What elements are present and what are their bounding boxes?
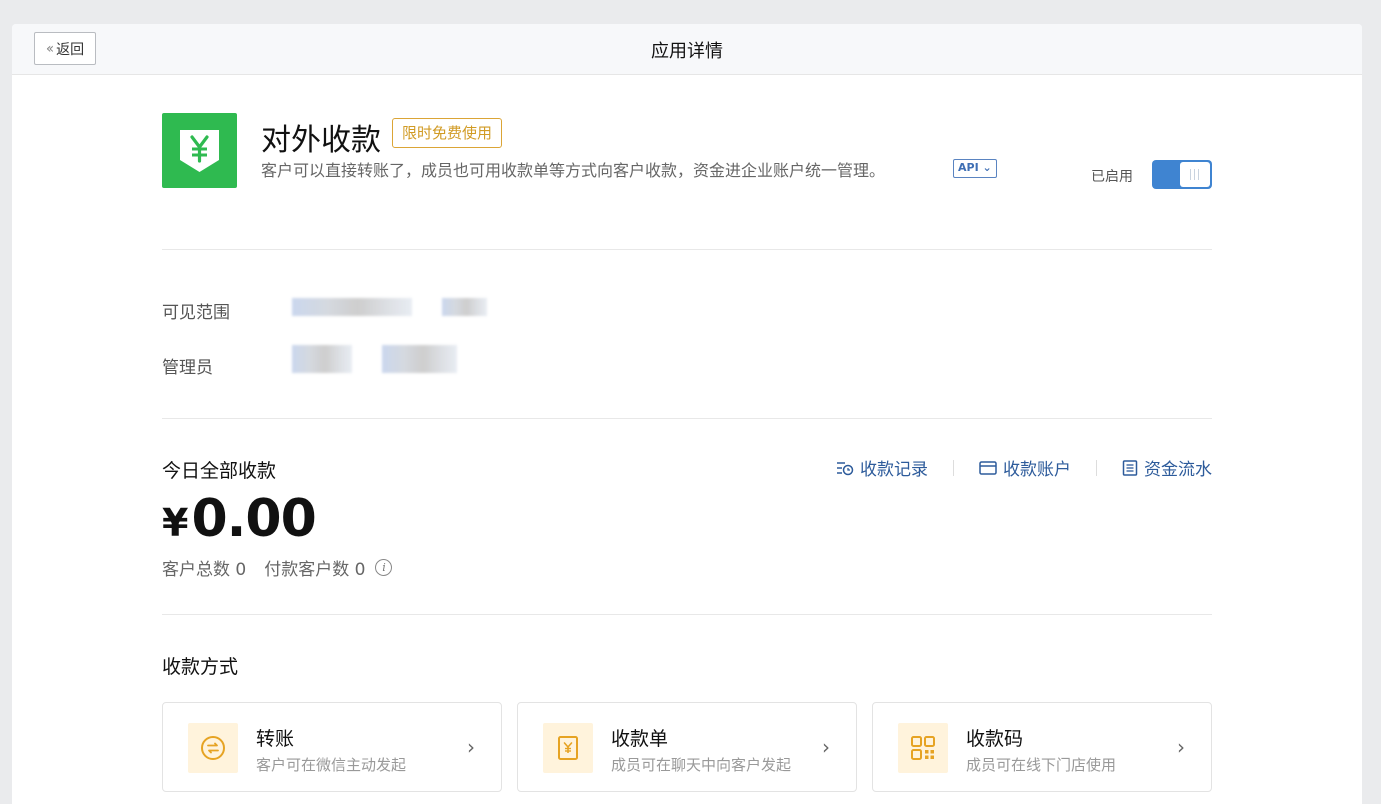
records-icon <box>837 461 854 475</box>
app-name: 对外收款 <box>261 123 381 158</box>
method-title: 转账 <box>256 728 295 750</box>
divider <box>162 418 1212 419</box>
visibility-label: 可见范围 <box>162 303 230 323</box>
method-title: 收款单 <box>611 728 669 750</box>
chevron-right-icon: › <box>467 735 475 759</box>
customer-stats: 客户总数 0 付款客户数 0 i <box>162 555 393 580</box>
method-subtitle: 客户可在微信主动发起 <box>256 756 407 774</box>
admin-label: 管理员 <box>162 358 213 378</box>
link-separator <box>953 459 954 476</box>
top-bar: ‹‹ 返回 应用详情 <box>12 24 1362 75</box>
fund-flow-label: 资金流水 <box>1144 460 1212 480</box>
qrcode-icon <box>911 736 935 760</box>
method-subtitle: 成员可在聊天中向客户发起 <box>611 756 792 774</box>
yen-shield-icon <box>180 130 219 172</box>
payment-records-link[interactable]: 收款记录 <box>836 455 928 480</box>
payment-account-label: 收款账户 <box>1003 460 1071 480</box>
app-description: 客户可以直接转账了，成员也可用收款单等方式向客户收款，资金进企业账户统一管理。 <box>261 161 886 180</box>
currency-symbol: ¥ <box>162 501 188 545</box>
paying-customers: 付款客户数 0 <box>264 560 366 580</box>
enabled-status-label: 已启用 <box>1091 169 1133 185</box>
method-subtitle: 成员可在线下门店使用 <box>966 756 1117 774</box>
amount-value: 0.00 <box>191 489 316 549</box>
method-card-bill[interactable]: 收款单 成员可在聊天中向客户发起 › <box>517 702 857 792</box>
fund-flow-link[interactable]: 资金流水 <box>1122 455 1212 480</box>
income-links: 收款记录 收款账户 资金流水 <box>836 455 1212 480</box>
enable-toggle[interactable] <box>1152 160 1212 189</box>
method-card-qrcode[interactable]: 收款码 成员可在线下门店使用 › <box>872 702 1212 792</box>
transfer-icon <box>201 736 225 760</box>
today-amount: ¥0.00 <box>162 489 317 549</box>
payment-methods-title: 收款方式 <box>162 656 239 678</box>
divider <box>162 614 1212 615</box>
chevron-right-icon: › <box>822 735 830 759</box>
link-separator <box>1096 459 1097 476</box>
admin-value-redacted <box>382 345 457 373</box>
method-icon-box <box>543 723 593 773</box>
divider <box>162 249 1212 250</box>
api-badge[interactable]: API ⌄ <box>953 159 997 178</box>
info-icon[interactable]: i <box>375 559 393 576</box>
toggle-knob <box>1180 162 1210 187</box>
account-card-icon <box>979 460 997 475</box>
total-customers: 客户总数 0 <box>162 560 247 580</box>
ledger-icon <box>1122 459 1138 476</box>
free-trial-tag: 限时免费使用 <box>392 118 503 148</box>
page-title: 应用详情 <box>651 41 723 62</box>
today-income-title: 今日全部收款 <box>162 460 277 482</box>
payment-methods: 转账 客户可在微信主动发起 › 收款单 成员可在聊天中向客户发起 › 收款码 成… <box>162 702 1212 792</box>
method-icon-box <box>898 723 948 773</box>
visibility-value-redacted <box>442 298 487 316</box>
payment-records-label: 收款记录 <box>860 460 928 480</box>
detail-card: ‹‹ 返回 应用详情 对外收款 限时免费使用 客户可以直接转账了，成员也可用收款… <box>12 24 1362 804</box>
visibility-value-redacted <box>292 298 412 316</box>
method-icon-box <box>188 723 238 773</box>
method-card-transfer[interactable]: 转账 客户可在微信主动发起 › <box>162 702 502 792</box>
chevron-right-icon: › <box>1177 735 1185 759</box>
method-title: 收款码 <box>966 728 1024 750</box>
payment-account-link[interactable]: 收款账户 <box>979 455 1071 480</box>
bill-icon <box>558 736 578 760</box>
admin-value-redacted <box>292 345 352 373</box>
app-icon <box>162 113 237 188</box>
